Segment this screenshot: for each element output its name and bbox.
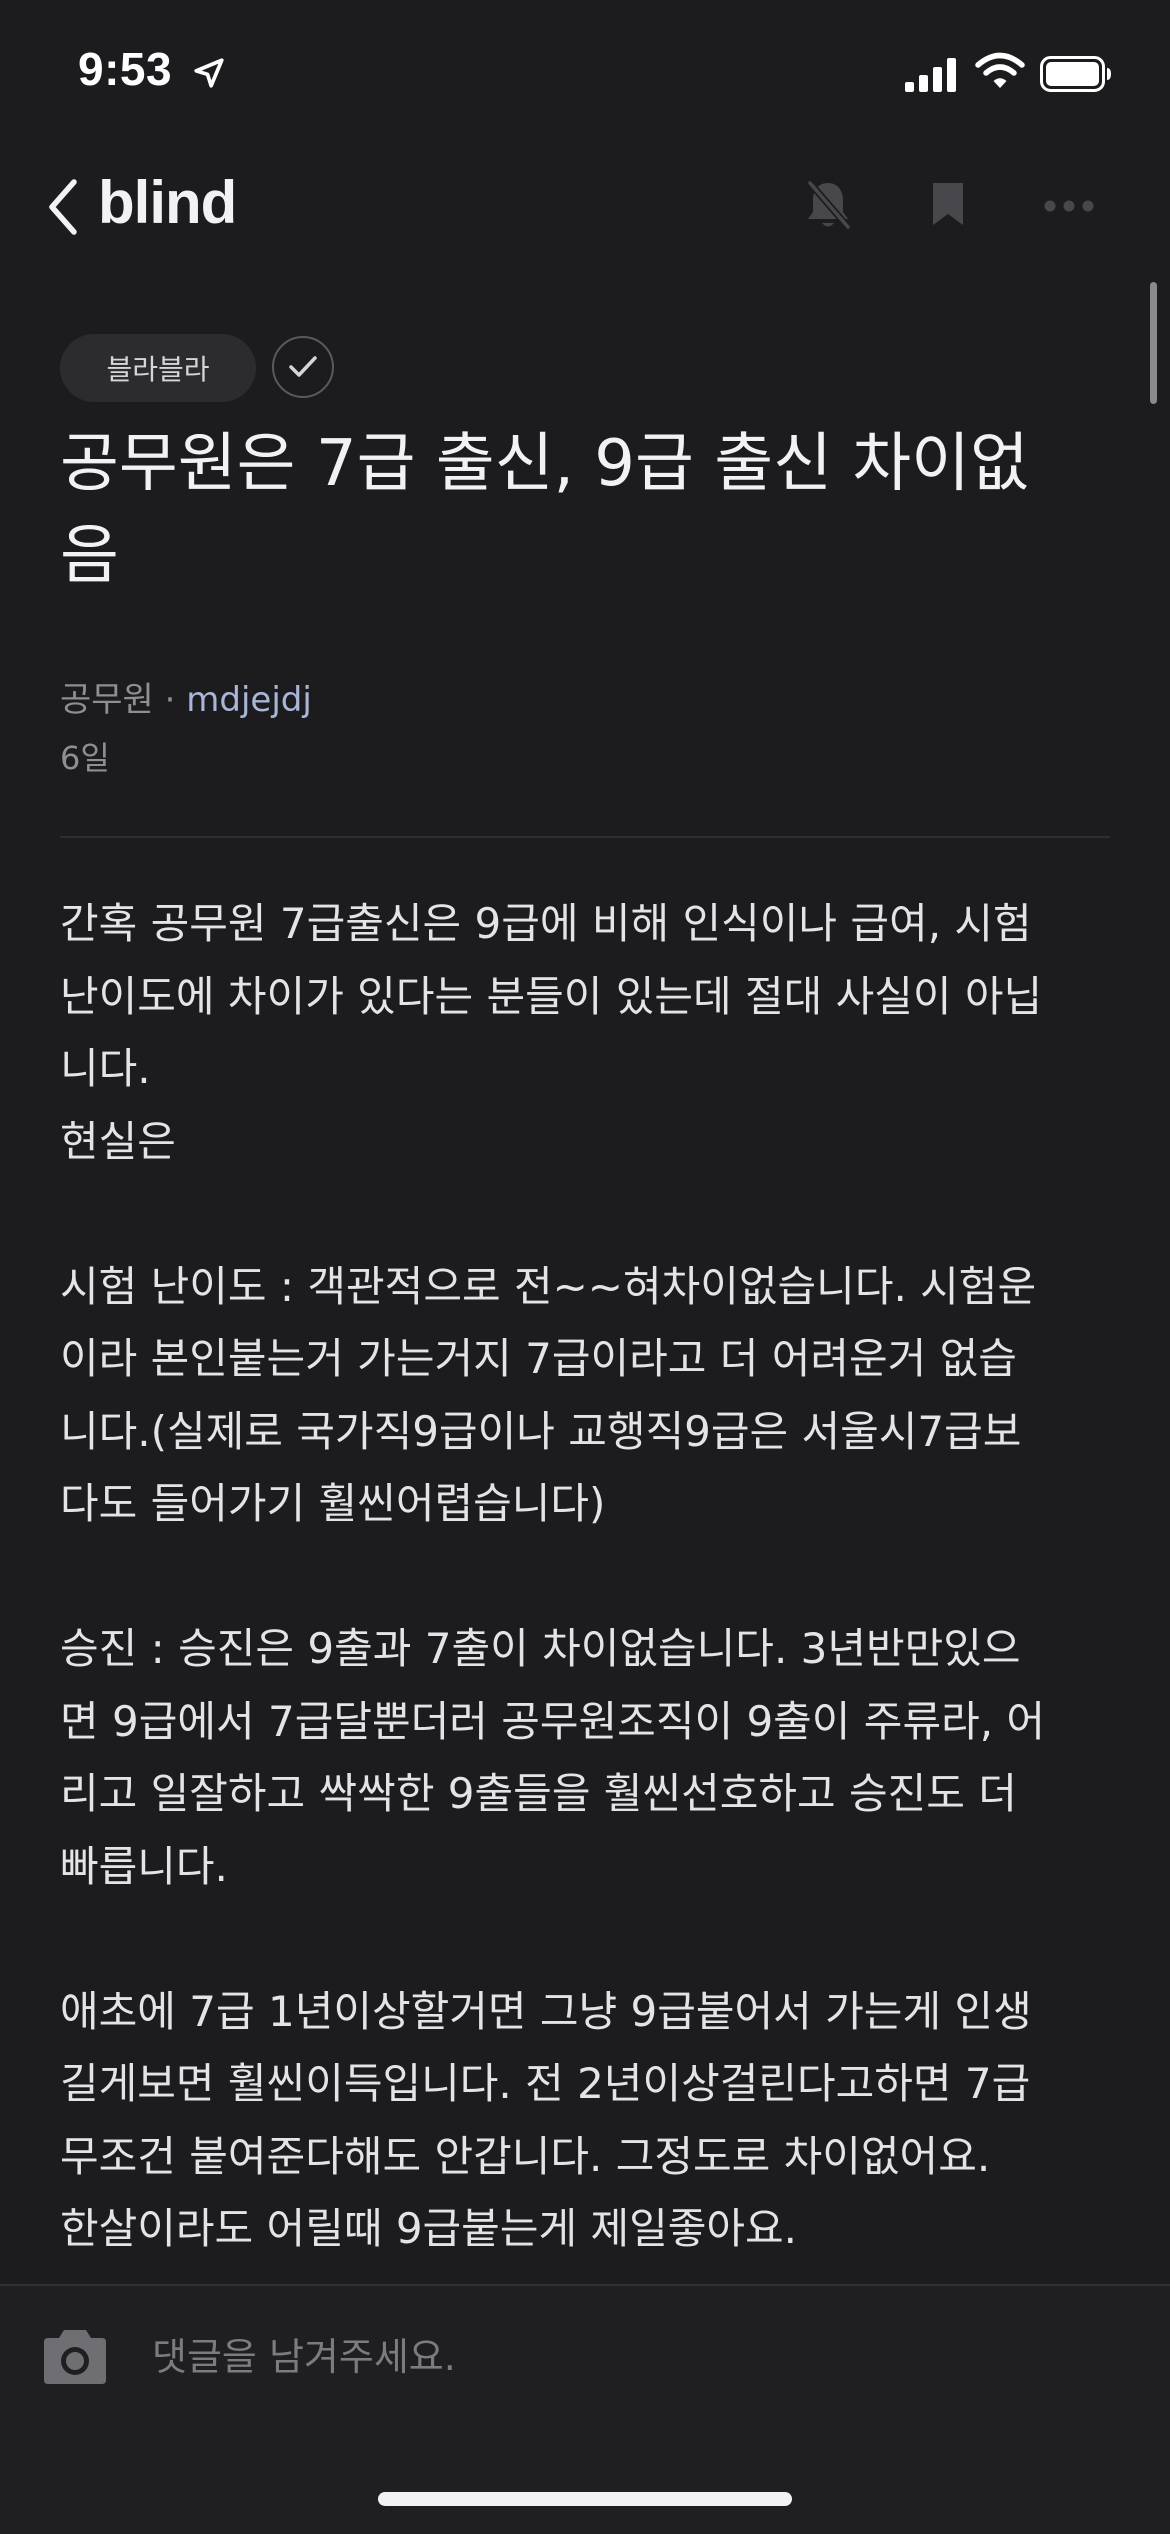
post-body: 간혹 공무원 7급출신은 9급에 비해 인식이나 급여, 시험 난이도에 차이가… [60,899,1046,2253]
more-icon[interactable] [1043,198,1095,217]
meta-separator: · [153,680,187,720]
home-indicator[interactable] [378,2492,792,2506]
post-title: 공무원은 7급 출신, 9급 출신 차이없 음 [60,427,1029,593]
back-icon[interactable] [44,178,82,240]
blind-logo: blind [98,169,237,236]
author-name[interactable]: mdjejdj [186,680,312,720]
verified-check-icon [272,336,334,398]
wifi-icon [975,52,1025,94]
scrollbar[interactable] [1150,282,1157,404]
divider [60,836,1110,838]
battery-icon [1040,56,1112,96]
post-meta: 공무원 · mdjejdj [60,672,312,721]
post-date: 6일 [60,739,110,777]
author-company: 공무원 [60,680,154,720]
bell-off-icon[interactable] [802,178,854,236]
location-arrow-icon [192,56,226,94]
status-bar: 9:53 [0,0,1170,150]
camera-icon[interactable] [42,2326,108,2390]
signal-icon [905,58,959,96]
category-chip[interactable]: 블라블라 [60,334,256,402]
comment-input[interactable] [150,2326,1054,2388]
bookmark-icon[interactable] [930,180,966,232]
status-time: 9:53 [78,43,173,95]
